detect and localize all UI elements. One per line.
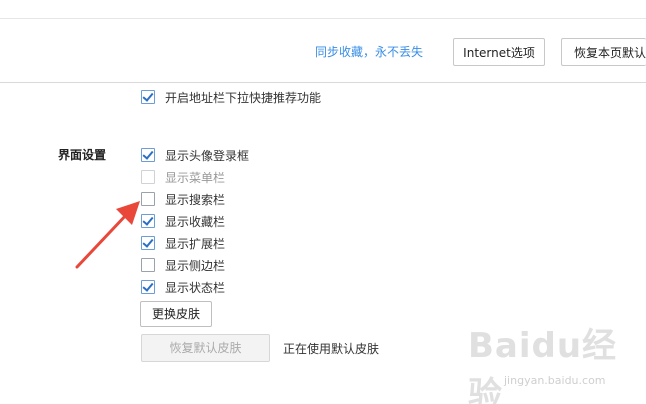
sync-favorites-link[interactable]: 同步收藏，永不丢失 <box>315 43 423 60</box>
option-label: 显示状态栏 <box>165 280 226 295</box>
baidu-jingyan-watermark: Baidu经验 jingyan.baidu.com <box>468 318 644 404</box>
restore-default-skin-button[interactable]: 恢复默认皮肤 <box>141 334 270 362</box>
interface-settings-title: 界面设置 <box>58 148 107 162</box>
option-label: 显示扩展栏 <box>165 236 226 251</box>
divider <box>0 18 646 19</box>
option-show-status-bar[interactable]: 显示状态栏 <box>141 278 225 296</box>
option-label: 显示收藏栏 <box>165 214 226 229</box>
settings-page: 同步收藏，永不丢失 Internet选项 恢复本页默认 开启地址栏下拉快捷推荐功… <box>0 0 646 404</box>
option-show-favorites-bar[interactable]: 显示收藏栏 <box>141 212 225 230</box>
option-show-menu-bar[interactable]: 显示菜单栏 <box>141 168 225 186</box>
option-label: 显示头像登录框 <box>165 148 250 163</box>
address-dropdown-option[interactable]: 开启地址栏下拉快捷推荐功能 <box>141 88 321 106</box>
watermark-brand: Baidu经验 <box>468 326 618 404</box>
address-dropdown-checkbox[interactable] <box>141 90 155 104</box>
checkbox[interactable] <box>141 148 155 162</box>
option-show-extension-bar[interactable]: 显示扩展栏 <box>141 234 225 252</box>
address-dropdown-label: 开启地址栏下拉快捷推荐功能 <box>165 90 322 105</box>
option-label: 显示侧边栏 <box>165 258 226 273</box>
top-toolbar: 同步收藏，永不丢失 Internet选项 恢复本页默认 <box>0 0 646 83</box>
option-show-avatar-login[interactable]: 显示头像登录框 <box>141 146 249 164</box>
internet-options-button[interactable]: Internet选项 <box>453 38 545 66</box>
option-show-search-bar[interactable]: 显示搜索栏 <box>141 190 225 208</box>
change-skin-button[interactable]: 更换皮肤 <box>140 301 212 327</box>
option-label: 显示搜索栏 <box>165 192 226 207</box>
annotation-arrow-icon <box>75 201 140 269</box>
option-label: 显示菜单栏 <box>165 170 226 185</box>
checkbox[interactable] <box>141 170 155 184</box>
checkbox[interactable] <box>141 280 155 294</box>
option-show-sidebar[interactable]: 显示侧边栏 <box>141 256 225 274</box>
watermark-url: jingyan.baidu.com <box>504 374 606 387</box>
restore-page-default-button[interactable]: 恢复本页默认 <box>561 38 646 66</box>
skin-status-text: 正在使用默认皮肤 <box>283 342 380 356</box>
